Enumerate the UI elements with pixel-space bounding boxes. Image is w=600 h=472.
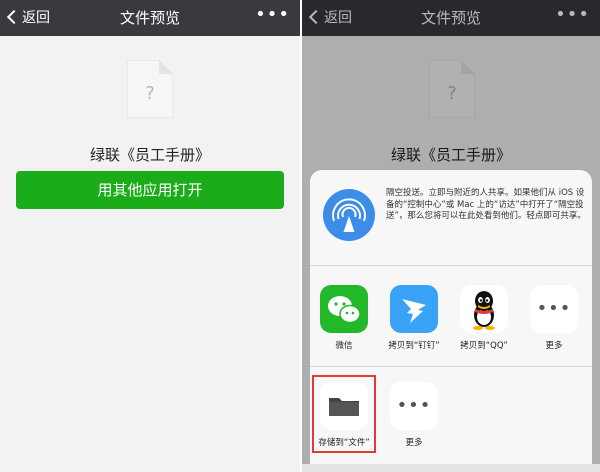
nav-bar: 返回 文件预览 ••• — [0, 0, 300, 36]
app-row: 微信 拷贝到“钉钉” 拷贝到“QQ” ••• 更多 — [310, 267, 592, 367]
app-label: 拷贝到“钉钉” — [388, 341, 440, 351]
qq-icon — [460, 285, 508, 333]
app-label: 微信 — [335, 341, 353, 351]
action-save-to-files[interactable]: 存储到“文件” — [312, 382, 376, 448]
left-screen: 返回 文件预览 ••• ? 绿联《员工手册》 用其他应用打开 — [0, 0, 300, 472]
right-screen: 返回 文件预览 ••• ? 绿联《员工手册》 隔空投送。立即与附近的人共享。如果… — [302, 0, 600, 472]
open-with-other-app-button[interactable]: 用其他应用打开 — [16, 171, 284, 209]
airdrop-section[interactable]: 隔空投送。立即与附近的人共享。如果他们从 iOS 设备的“控制中心”或 Mac … — [310, 170, 592, 266]
file-name: 绿联《员工手册》 — [89, 146, 210, 164]
folder-icon — [320, 382, 368, 430]
airdrop-icon — [323, 189, 375, 241]
share-sheet: 隔空投送。立即与附近的人共享。如果他们从 iOS 设备的“控制中心”或 Mac … — [310, 170, 592, 472]
more-dots-icon: ••• — [530, 285, 578, 333]
action-label: 更多 — [405, 438, 423, 448]
share-app-more[interactable]: ••• 更多 — [522, 285, 586, 351]
more-dots-icon: ••• — [390, 382, 438, 430]
action-more[interactable]: ••• 更多 — [382, 382, 446, 448]
question-mark: ? — [145, 83, 155, 104]
wechat-icon — [320, 285, 368, 333]
unknown-file-icon: ? — [127, 60, 173, 118]
share-app-qq[interactable]: 拷贝到“QQ” — [452, 285, 516, 351]
share-app-wechat[interactable]: 微信 — [312, 285, 376, 351]
app-label: 更多 — [545, 341, 563, 351]
dingtalk-icon — [390, 285, 438, 333]
app-label: 拷贝到“QQ” — [460, 341, 508, 351]
action-row: 存储到“文件” ••• 更多 — [310, 368, 592, 472]
share-app-dingtalk[interactable]: 拷贝到“钉钉” — [382, 285, 446, 351]
cancel-strip — [302, 464, 600, 472]
action-label: 存储到“文件” — [318, 438, 370, 448]
more-icon[interactable]: ••• — [255, 4, 290, 25]
airdrop-description: 隔空投送。立即与附近的人共享。如果他们从 iOS 设备的“控制中心”或 Mac … — [386, 188, 586, 221]
